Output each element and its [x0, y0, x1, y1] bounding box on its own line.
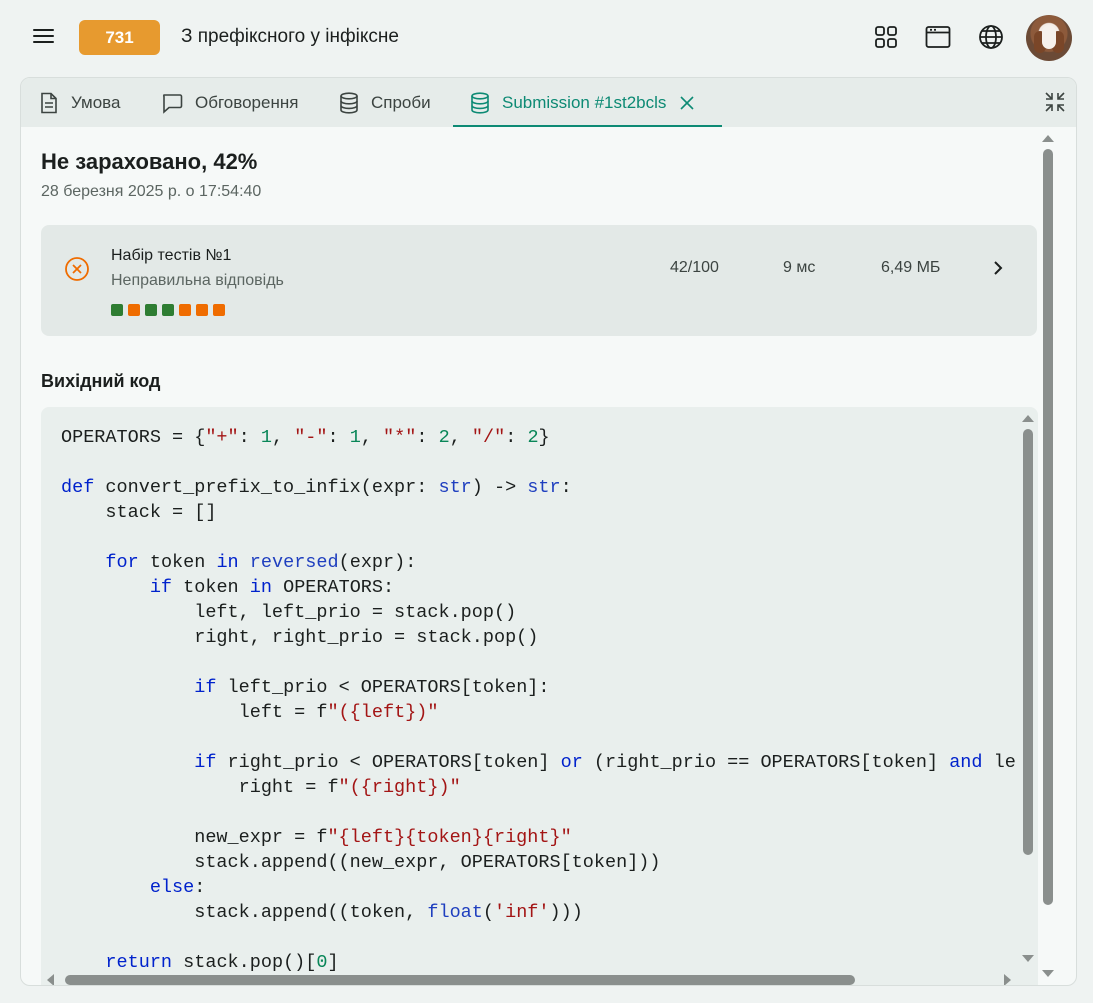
test-dot-passed: [111, 304, 123, 316]
tab-bar: Умова Обговорення Спроби Submission #1st…: [21, 78, 1076, 127]
rating-badge: 731: [79, 20, 160, 55]
code-line: OPERATORS = {"+": 1, "-": 1, "*": 2, "/"…: [61, 427, 550, 448]
test-group-verdict: Неправильна відповідь: [111, 272, 284, 289]
source-code[interactable]: OPERATORS = {"+": 1, "-": 1, "*": 2, "/"…: [61, 425, 1019, 985]
code-line: ​: [61, 650, 1019, 675]
database-icon: [340, 91, 358, 114]
code-line: if left_prio < OPERATORS[token]:: [194, 677, 550, 698]
tab-discussion[interactable]: Обговорення: [161, 78, 298, 127]
test-group-score: 42/100: [670, 259, 719, 276]
tab-statement[interactable]: Умова: [39, 78, 120, 127]
failed-icon: [65, 257, 89, 281]
submission-date: 28 березня 2025 р. о 17:54:40: [41, 183, 262, 200]
test-group-memory: 6,49 МБ: [881, 259, 941, 276]
test-group-card[interactable]: Набір тестів №1 Неправильна відповідь 42…: [41, 225, 1037, 336]
database-icon: [471, 91, 489, 114]
avatar[interactable]: [1026, 15, 1072, 61]
test-dot-failed: [128, 304, 140, 316]
code-line: left, left_prio = stack.pop(): [61, 602, 517, 623]
test-dot-failed: [213, 304, 225, 316]
source-code-box: OPERATORS = {"+": 1, "-": 1, "*": 2, "/"…: [41, 407, 1038, 985]
code-line: ​: [61, 450, 1019, 475]
code-line: left = f"({left})": [61, 702, 439, 723]
test-dot-passed: [162, 304, 174, 316]
panel-vertical-scrollbar[interactable]: [1038, 127, 1058, 985]
test-dot-failed: [179, 304, 191, 316]
grid-icon[interactable]: [871, 21, 901, 53]
source-code-heading: Вихідний код: [41, 371, 161, 391]
code-line: stack = []: [61, 502, 217, 523]
test-result-dots: [111, 304, 225, 316]
code-line: def convert_prefix_to_infix(expr: str) -…: [61, 477, 572, 498]
document-icon: [41, 92, 57, 113]
submission-status: Не зараховано, 42%: [41, 149, 258, 174]
chat-icon: [163, 93, 183, 114]
code-line: ​: [61, 525, 1019, 550]
test-dot-failed: [196, 304, 208, 316]
code-horizontal-scrollbar[interactable]: [41, 971, 1037, 985]
code-line: if token in OPERATORS:: [149, 577, 395, 598]
test-dot-passed: [145, 304, 157, 316]
globe-icon[interactable]: [976, 21, 1006, 53]
code-line: ​: [61, 925, 1019, 950]
close-icon[interactable]: [680, 95, 706, 110]
chevron-right-icon[interactable]: [989, 259, 1007, 277]
code-line: stack.append((token, float('inf'))): [61, 902, 583, 923]
code-line: right = f"({right})": [61, 777, 461, 798]
tab-submission[interactable]: Submission #1st2bcls: [453, 78, 722, 127]
submission-content: Не зараховано, 42% 28 березня 2025 р. о …: [21, 127, 1058, 985]
code-line: ​: [61, 725, 1019, 750]
code-line: for token in reversed(expr):: [105, 552, 417, 573]
main-panel: Умова Обговорення Спроби Submission #1st…: [20, 77, 1077, 986]
problem-title: З префіксного у інфіксне: [181, 26, 399, 47]
code-line: ​: [61, 800, 1019, 825]
code-line: else:: [149, 877, 206, 898]
tab-attempts[interactable]: Спроби: [339, 78, 431, 127]
window-icon[interactable]: [923, 21, 953, 53]
test-group-time: 9 мс: [783, 259, 816, 276]
code-line: stack.append((new_expr, OPERATORS[token]…: [61, 852, 661, 873]
top-bar: 731 З префіксного у інфіксне: [0, 0, 1093, 76]
code-line: new_expr = f"{left}{token}{right}": [61, 827, 572, 848]
tab-label: Спроби: [371, 92, 431, 112]
tab-label: Умова: [71, 92, 121, 112]
code-vertical-scrollbar[interactable]: [1018, 407, 1038, 985]
menu-icon[interactable]: [24, 22, 64, 54]
tab-label: Submission #1st2bcls: [502, 92, 667, 112]
tab-label: Обговорення: [195, 92, 299, 112]
code-line: if right_prio < OPERATORS[token] or (rig…: [194, 752, 1016, 773]
code-line: right, right_prio = stack.pop(): [61, 627, 539, 648]
collapse-icon[interactable]: [1044, 91, 1066, 113]
test-group-name: Набір тестів №1: [111, 247, 232, 264]
